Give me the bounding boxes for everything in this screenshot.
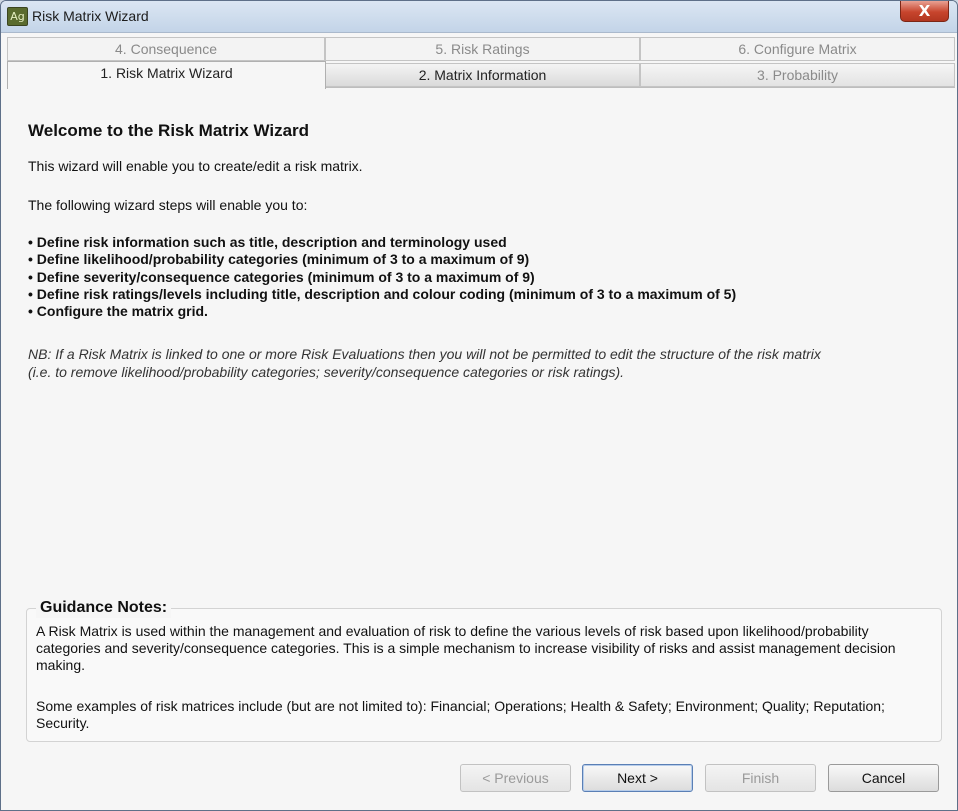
steps-intro-text: The following wizard steps will enable y…: [28, 197, 308, 213]
guidance-paragraph: A Risk Matrix is used within the managem…: [36, 623, 896, 673]
title-bar[interactable]: Ag Risk Matrix Wizard X: [1, 1, 957, 33]
tab-consequence[interactable]: 4. Consequence: [7, 37, 325, 61]
nb-note-line: NB: If a Risk Matrix is linked to one or…: [28, 346, 821, 362]
tab-risk-ratings[interactable]: 5. Risk Ratings: [325, 37, 640, 61]
tab-matrix-information[interactable]: 2. Matrix Information: [325, 63, 640, 87]
list-item: • Configure the matrix grid.: [28, 303, 208, 320]
list-item: • Define likelihood/probability categori…: [28, 251, 530, 268]
app-logo-icon: Ag: [7, 7, 28, 26]
window-title: Risk Matrix Wizard: [32, 8, 149, 24]
page-title: Welcome to the Risk Matrix Wizard: [28, 121, 310, 140]
steps-list: • Define risk information such as title,…: [28, 234, 736, 320]
list-item: • Define risk information such as title,…: [28, 234, 507, 250]
close-button[interactable]: X: [900, 1, 949, 22]
next-button[interactable]: Next >: [582, 764, 693, 792]
tab-probability[interactable]: 3. Probability: [640, 63, 955, 87]
guidance-notes-title: Guidance Notes:: [36, 598, 172, 618]
previous-button[interactable]: < Previous: [460, 764, 571, 792]
nb-note: NB: If a Risk Matrix is linked to one or…: [28, 346, 908, 381]
list-item: • Define severity/consequence categories…: [28, 268, 535, 285]
list-item: • Define risk ratings/levels including t…: [28, 285, 737, 302]
finish-button[interactable]: Finish: [705, 764, 816, 792]
welcome-content: Welcome to the Risk Matrix Wizard This w…: [28, 121, 928, 380]
close-icon: X: [918, 2, 931, 20]
wizard-tabs: 4. Consequence 5. Risk Ratings 6. Config…: [7, 37, 955, 89]
intro-text: This wizard will enable you to create/ed…: [28, 158, 363, 174]
risk-matrix-wizard-window: Ag Risk Matrix Wizard X 4. Consequence 5…: [0, 0, 958, 811]
cancel-button[interactable]: Cancel: [828, 764, 939, 792]
tab-risk-matrix-wizard[interactable]: 1. Risk Matrix Wizard: [7, 61, 326, 89]
tab-configure-matrix[interactable]: 6. Configure Matrix: [640, 37, 955, 61]
guidance-notes-panel: Guidance Notes: A Risk Matrix is used wi…: [26, 598, 942, 742]
nb-note-line: (i.e. to remove likelihood/probability c…: [28, 363, 625, 380]
guidance-paragraph: Some examples of risk matrices include (…: [36, 698, 885, 731]
